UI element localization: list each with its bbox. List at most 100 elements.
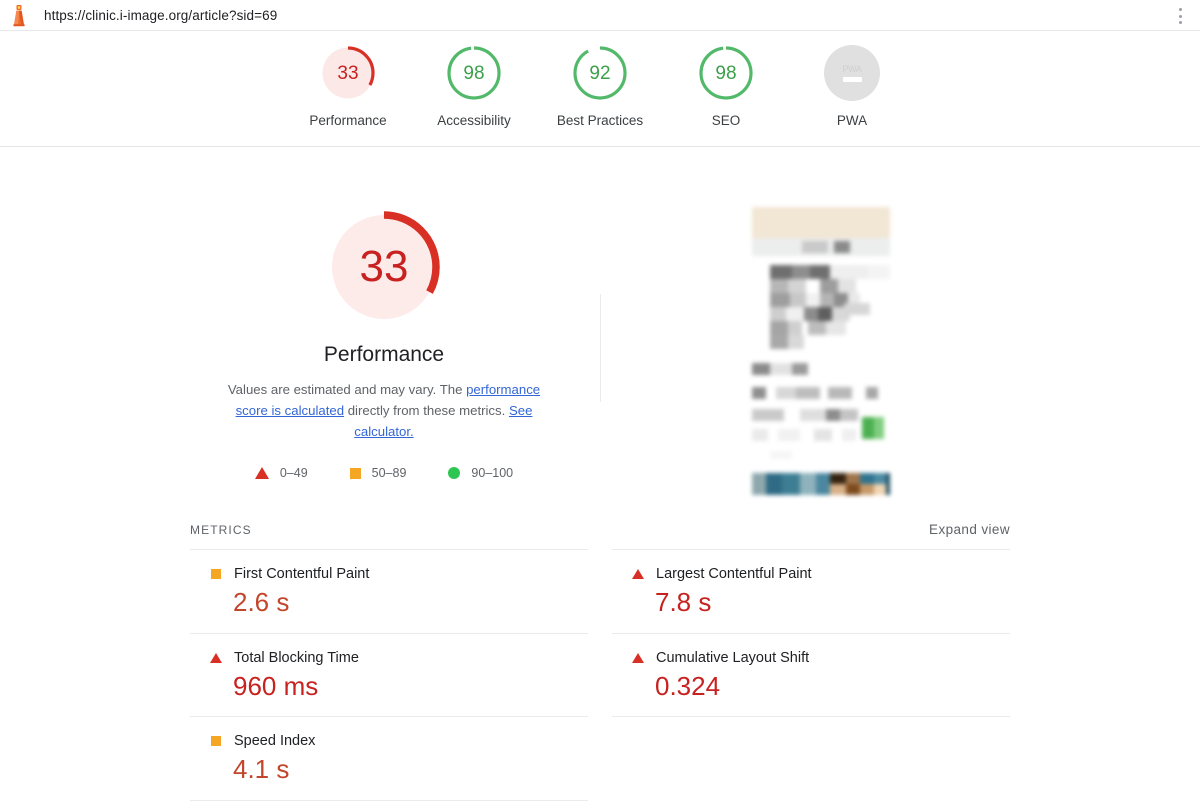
legend-item-pass: 90–100 bbox=[448, 466, 513, 480]
thumbnail-block bbox=[806, 293, 820, 307]
metrics-column-gap bbox=[588, 549, 612, 801]
thumbnail-block bbox=[786, 307, 804, 321]
thumbnail-block bbox=[782, 473, 800, 495]
thumbnail-block bbox=[796, 387, 820, 399]
thumbnail-block bbox=[838, 279, 856, 293]
metric-row[interactable]: Speed Index 4.1 s bbox=[190, 716, 588, 801]
score-gauge-best-practices[interactable]: 92 Best Practices bbox=[537, 45, 663, 128]
thumbnail-block bbox=[806, 279, 820, 293]
thumbnail-block bbox=[800, 473, 816, 495]
pwa-badge-text: PWA bbox=[842, 64, 862, 74]
metrics-title: METRICS bbox=[190, 523, 252, 537]
thumbnail-block bbox=[820, 293, 834, 307]
metrics-grid: First Contentful Paint 2.6 s Total Block… bbox=[190, 549, 1010, 801]
thumbnail-block bbox=[840, 409, 858, 421]
thumbnail-block bbox=[788, 321, 802, 335]
thumbnail-block bbox=[752, 207, 890, 238]
thumbnail-block bbox=[752, 429, 768, 441]
thumbnail-block bbox=[752, 409, 784, 421]
thumbnail-block bbox=[826, 409, 840, 421]
metric-name: Largest Contentful Paint bbox=[656, 566, 812, 582]
metrics-section: METRICS Expand view First Contentful Pai… bbox=[190, 509, 1010, 801]
thumbnail-block bbox=[770, 265, 792, 279]
thumbnail-block bbox=[788, 279, 806, 293]
thumbnail-block bbox=[830, 484, 846, 495]
metric-row[interactable]: Total Blocking Time 960 ms bbox=[190, 632, 588, 717]
square-icon bbox=[349, 467, 361, 479]
circle-icon bbox=[448, 467, 461, 479]
thumbnail-block bbox=[818, 307, 832, 321]
thumbnail-block bbox=[826, 321, 846, 335]
thumbnail-block bbox=[834, 241, 850, 253]
metric-row[interactable]: First Contentful Paint 2.6 s bbox=[190, 549, 588, 633]
thumbnail-block bbox=[770, 307, 786, 321]
category-scores-header: 33 Performance 98 Accessibility 92 Best … bbox=[0, 31, 1200, 147]
thumbnail-block bbox=[816, 473, 830, 495]
metric-row[interactable]: Cumulative Layout Shift 0.324 bbox=[612, 632, 1010, 718]
score-label-pwa: PWA bbox=[836, 113, 868, 128]
expand-view-button[interactable]: Expand view bbox=[929, 522, 1010, 537]
metric-name: Cumulative Layout Shift bbox=[656, 649, 810, 666]
score-gauge-performance[interactable]: 33 Performance bbox=[285, 45, 411, 128]
metrics-header: METRICS Expand view bbox=[190, 509, 1010, 537]
thumbnail-block bbox=[752, 363, 770, 375]
thumbnail-block bbox=[874, 417, 884, 439]
legend-item-fail: 0–49 bbox=[254, 466, 308, 480]
gauge-value-accessibility: 98 bbox=[463, 62, 485, 84]
triangle-icon bbox=[254, 467, 269, 479]
thumbnail-block bbox=[828, 387, 852, 399]
score-gauge-seo[interactable]: 98 SEO bbox=[663, 45, 789, 128]
legend-range-pass: 90–100 bbox=[471, 466, 514, 480]
metric-name: First Contentful Paint bbox=[234, 566, 370, 582]
thumbnail-block bbox=[792, 265, 810, 279]
thumbnail-block bbox=[752, 473, 766, 495]
score-label-accessibility: Accessibility bbox=[437, 113, 511, 128]
thumbnail-block bbox=[770, 321, 788, 335]
thumbnail-block bbox=[790, 293, 806, 307]
thumbnail-block bbox=[846, 473, 860, 484]
square-icon bbox=[211, 569, 221, 579]
thumbnail-block bbox=[770, 293, 790, 307]
thumbnail-block bbox=[766, 473, 782, 495]
metric-value: 2.6 s bbox=[233, 587, 290, 617]
three-dot-menu-icon[interactable] bbox=[1172, 7, 1188, 25]
thumbnail-block bbox=[820, 279, 838, 293]
thumbnail-block bbox=[776, 387, 796, 399]
score-label-seo: SEO bbox=[711, 113, 741, 128]
gauge-pwa: PWA bbox=[824, 45, 880, 101]
metric-value: 4.1 s bbox=[233, 754, 290, 785]
category-scores-row: 33 Performance 98 Accessibility 92 Best … bbox=[0, 45, 1200, 128]
gauge-performance: 33 bbox=[320, 45, 376, 101]
gauge-best-practices: 92 bbox=[572, 45, 628, 101]
thumbnail-block bbox=[814, 429, 832, 441]
url-text[interactable]: https://clinic.i-image.org/article?sid=6… bbox=[44, 8, 277, 23]
thumbnail-block bbox=[886, 473, 890, 495]
page-screenshot-thumbnail bbox=[748, 207, 894, 495]
score-gauge-pwa[interactable]: PWA PWA bbox=[789, 45, 915, 128]
performance-summary: 33 Performance Values are estimated and … bbox=[190, 205, 578, 480]
thumbnail-block bbox=[874, 473, 886, 484]
thumbnail-block bbox=[792, 363, 808, 375]
score-label-best-practices: Best Practices bbox=[556, 113, 644, 128]
metric-value: 7.8 s bbox=[655, 587, 712, 617]
vertical-divider bbox=[600, 294, 601, 402]
gauge-value-seo: 98 bbox=[715, 62, 737, 84]
thumbnail-block bbox=[804, 307, 818, 321]
square-icon bbox=[211, 736, 221, 747]
metric-name: Speed Index bbox=[234, 733, 316, 750]
score-gauge-accessibility[interactable]: 98 Accessibility bbox=[411, 45, 537, 128]
performance-gauge-large: 33 bbox=[322, 205, 446, 329]
thumbnail-block bbox=[846, 484, 860, 495]
thumbnail-block bbox=[800, 409, 826, 421]
thumbnail-block bbox=[778, 429, 800, 441]
metric-row[interactable]: Largest Contentful Paint 7.8 s bbox=[612, 549, 1010, 633]
thumbnail-block bbox=[860, 484, 874, 495]
pwa-null-dash-icon bbox=[842, 77, 862, 82]
thumbnail-block bbox=[752, 387, 766, 399]
score-label-performance: Performance bbox=[309, 113, 387, 128]
metric-value: 0.324 bbox=[655, 670, 721, 701]
metric-value: 960 ms bbox=[233, 670, 319, 701]
triangle-icon bbox=[632, 652, 644, 663]
thumbnail-block bbox=[788, 335, 804, 349]
thumbnail-block bbox=[868, 265, 890, 279]
